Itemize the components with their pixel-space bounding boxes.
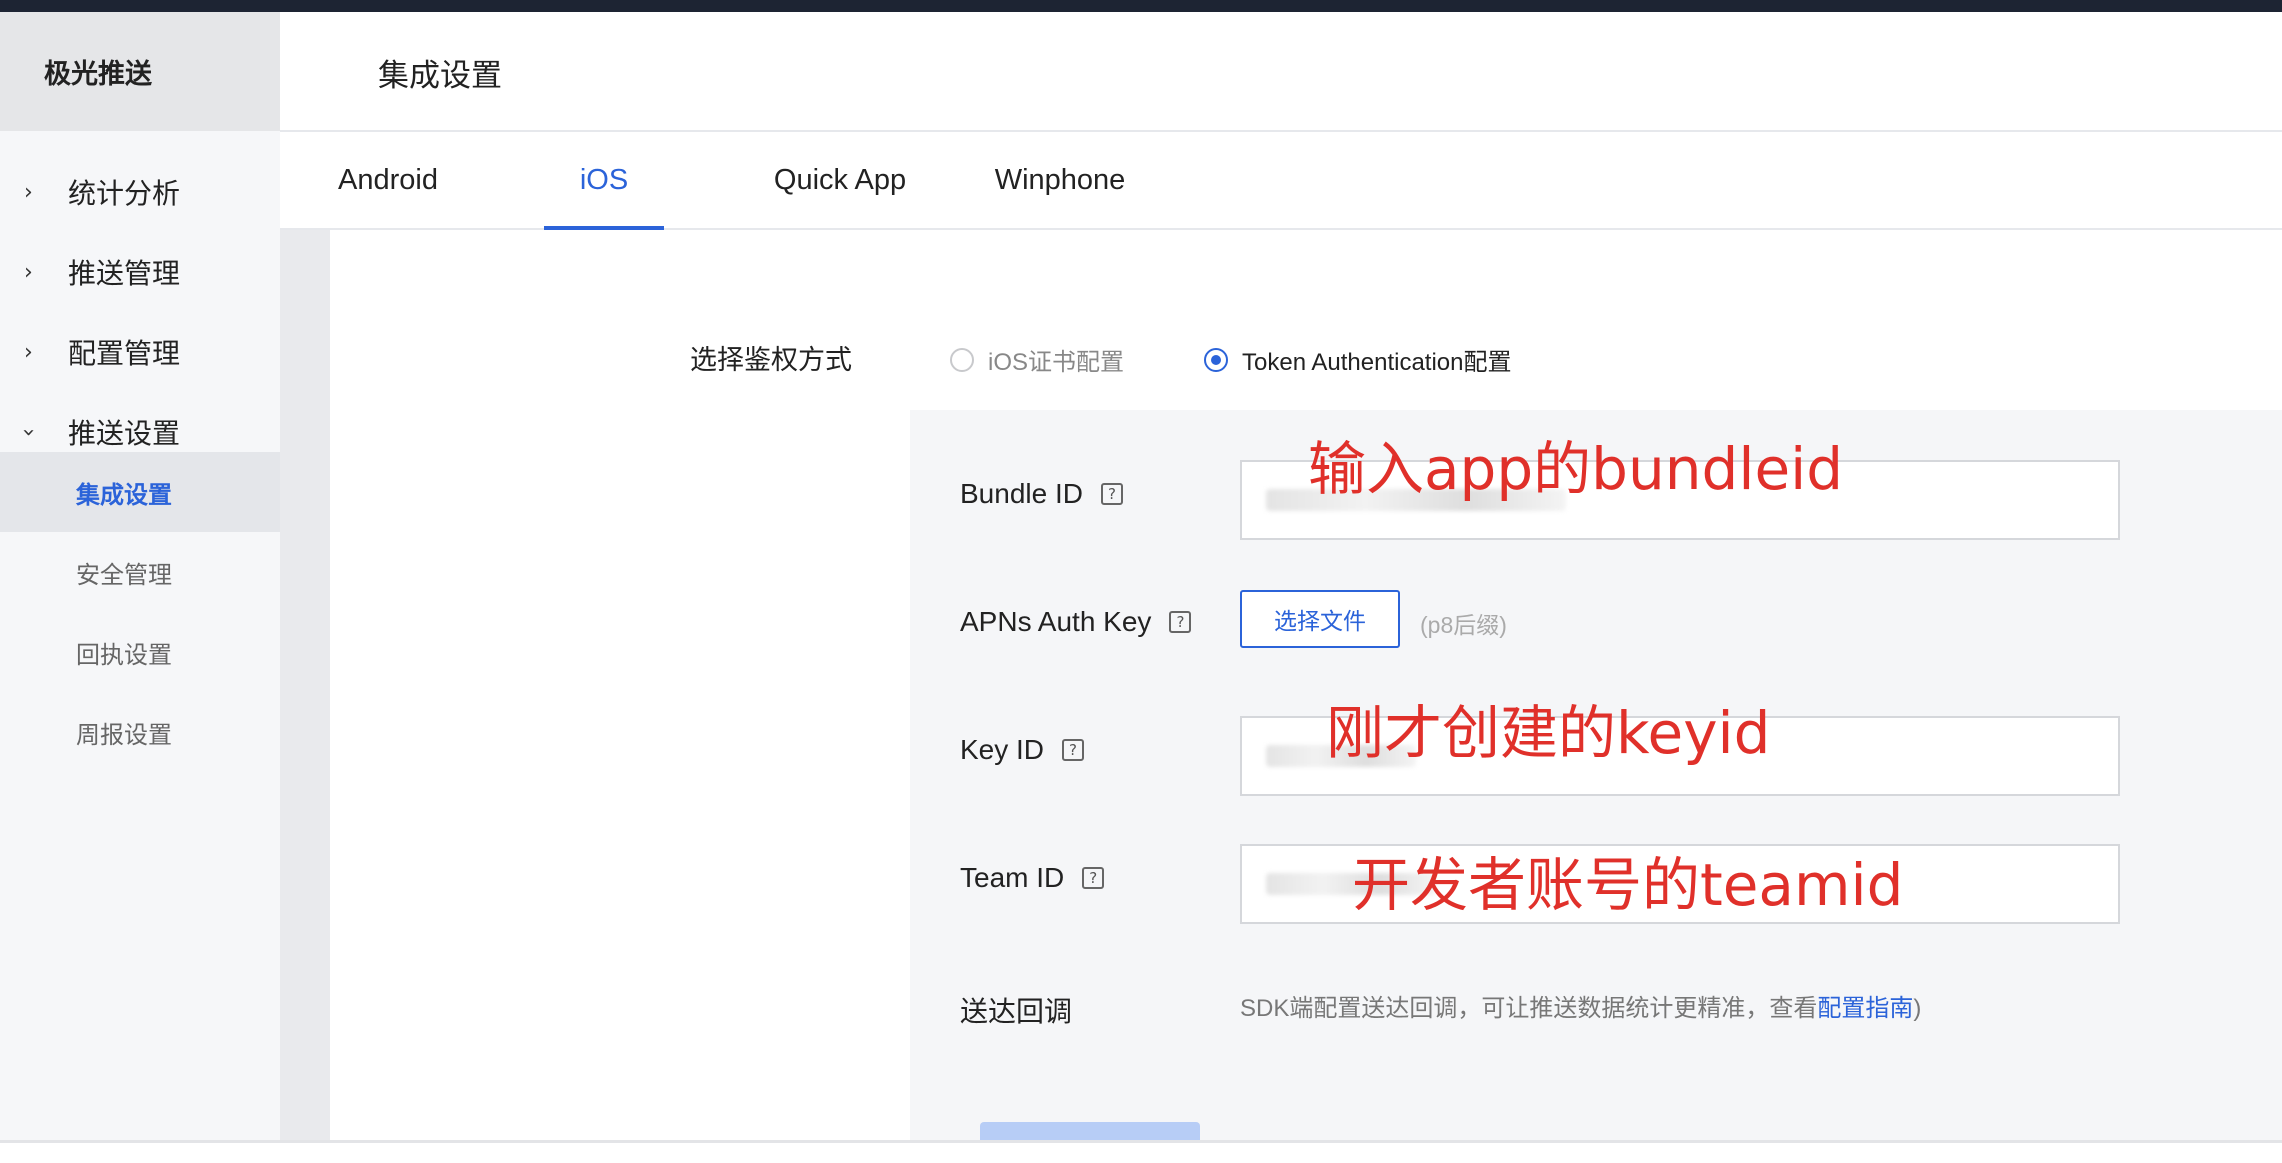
apns-auth-key-label-text: APNs Auth Key	[960, 606, 1152, 637]
sidebar-subitem-label: 集成设置	[76, 481, 172, 509]
sidebar-subitem-receipt[interactable]: 回执设置	[0, 612, 280, 692]
sidebar-subitem-label: 周报设置	[76, 721, 172, 749]
brand-logo[interactable]: 极光推送	[0, 12, 280, 131]
sidebar-item-label: 统计分析	[68, 178, 181, 209]
team-id-label: Team ID ?	[960, 862, 1105, 894]
content-gutter	[280, 230, 330, 1142]
chevron-right-icon: ›	[24, 179, 33, 205]
page-header: 集成设置	[280, 12, 2282, 132]
annotation-bundleid: 输入app的bundleid	[1308, 435, 1844, 503]
choose-file-button[interactable]: 选择文件	[1240, 590, 1400, 648]
sidebar-subitem-security[interactable]: 安全管理	[0, 532, 280, 612]
main-content: 选择鉴权方式 iOS证书配置 Token Authentication配置 Bu…	[330, 230, 2282, 1152]
radio-circle[interactable]	[950, 347, 974, 372]
sidebar-subitem-weekly-report[interactable]: 周报设置	[0, 692, 280, 772]
sidebar-subitem-label: 安全管理	[76, 561, 172, 589]
chevron-right-icon: ›	[24, 339, 33, 365]
help-icon[interactable]: ?	[1082, 867, 1105, 889]
callback-desc-suffix: )	[1913, 995, 1922, 1022]
sidebar-item-label: 配置管理	[68, 338, 181, 369]
team-id-label-text: Team ID	[960, 862, 1065, 893]
radio-label: Token Authentication配置	[1242, 349, 1512, 376]
tab-quick-app[interactable]: Quick App	[750, 132, 930, 228]
sidebar-item-config-management[interactable]: › 配置管理	[0, 312, 280, 392]
annotation-keyid: 刚才创建的keyid	[1326, 699, 1771, 767]
chevron-down-icon: ›	[15, 427, 41, 437]
config-guide-link[interactable]: 配置指南	[1817, 995, 1913, 1022]
key-id-label: Key ID ?	[960, 734, 1085, 766]
help-icon[interactable]: ?	[1100, 483, 1123, 505]
platform-tabs: Android iOS Quick App Winphone	[280, 132, 2282, 230]
radio-circle[interactable]	[1204, 347, 1228, 372]
callback-description: SDK端配置送达回调，可让推送数据统计更精准，查看配置指南)	[1240, 988, 1921, 1023]
window-top-bar	[0, 0, 2282, 12]
file-suffix-hint: (p8后缀)	[1420, 612, 1507, 638]
tab-android[interactable]: Android	[328, 132, 448, 228]
callback-desc-text: SDK端配置送达回调，可让推送数据统计更精准，查看	[1240, 995, 1818, 1022]
apns-auth-key-label: APNs Auth Key ?	[960, 606, 1192, 638]
sidebar-item-push-management[interactable]: › 推送管理	[0, 232, 280, 312]
sidebar-item-label: 推送管理	[68, 258, 181, 289]
tab-winphone[interactable]: Winphone	[980, 132, 1140, 228]
delivery-callback-label: 送达回调	[960, 990, 1072, 1030]
sidebar: 极光推送 › 统计分析 › 推送管理 › 配置管理 › 推送设置 集成设置 安全…	[0, 12, 280, 1142]
help-icon[interactable]: ?	[1169, 611, 1192, 633]
annotation-teamid: 开发者账号的teamid	[1352, 851, 1904, 919]
delivery-callback-label-text: 送达回调	[960, 996, 1073, 1027]
help-icon[interactable]: ?	[1062, 739, 1085, 761]
sidebar-subitem-integration[interactable]: 集成设置	[0, 452, 280, 532]
auth-method-label: 选择鉴权方式	[690, 345, 852, 375]
radio-token-auth[interactable]: Token Authentication配置	[1204, 342, 1512, 377]
key-id-label-text: Key ID	[960, 734, 1045, 765]
radio-ios-certificate[interactable]: iOS证书配置	[950, 342, 1124, 377]
bundle-id-label: Bundle ID ?	[960, 478, 1123, 510]
chevron-right-icon: ›	[24, 259, 33, 285]
sidebar-item-label: 推送设置	[68, 418, 181, 449]
page-title: 集成设置	[378, 58, 502, 93]
token-config-panel: Bundle ID ? APNs Auth Key ? 选择文件 (p8后缀) …	[910, 410, 2282, 1152]
tab-ios[interactable]: iOS	[544, 132, 664, 230]
sidebar-subitem-label: 回执设置	[76, 641, 172, 669]
radio-label: iOS证书配置	[988, 349, 1125, 376]
brand-name: 极光推送	[44, 59, 152, 89]
sidebar-item-statistics[interactable]: › 统计分析	[0, 152, 280, 232]
bundle-id-label-text: Bundle ID	[960, 478, 1083, 509]
